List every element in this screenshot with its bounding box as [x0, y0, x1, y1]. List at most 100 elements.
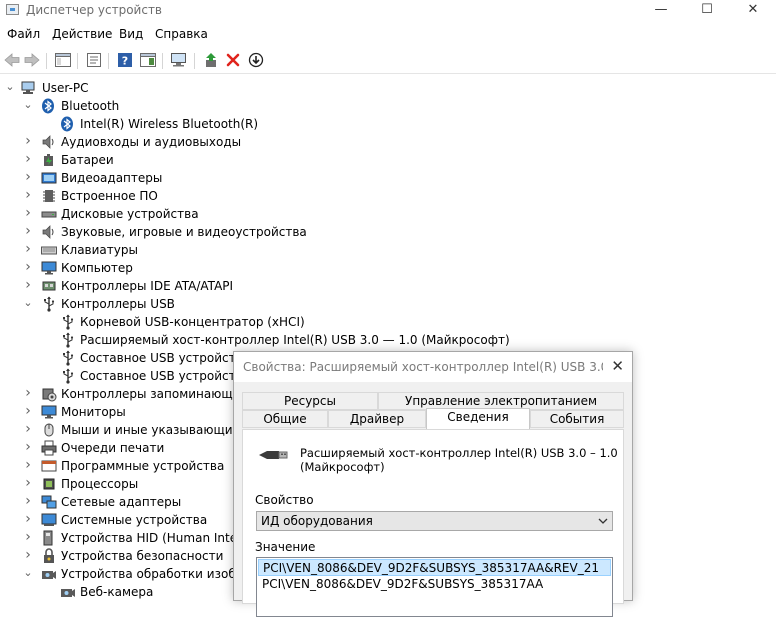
tree-item-label: Звуковые, игровые и видеоустройства [61, 225, 307, 239]
chevron-right-icon[interactable]: › [23, 260, 33, 274]
usb-icon [60, 368, 76, 384]
tree-item-label: Устройства безопасности [61, 549, 224, 563]
tree-category-item[interactable]: › Компьютер [0, 259, 776, 277]
system-icon [41, 512, 57, 528]
usb-icon [60, 332, 76, 348]
chevron-right-icon[interactable]: › [23, 278, 33, 292]
tree-category-item[interactable]: › Клавиатуры [0, 241, 776, 259]
tree-item-label: Составное USB устройство [80, 351, 251, 365]
tab-events[interactable]: События [530, 410, 624, 428]
chevron-down-icon[interactable]: ⌄ [23, 296, 33, 310]
tree-item-label: Программные устройства [61, 459, 225, 473]
property-select[interactable]: ИД оборудования [256, 511, 613, 531]
chevron-right-icon[interactable]: › [23, 512, 33, 526]
usb-device-icon [257, 445, 289, 468]
chevron-right-icon[interactable]: › [23, 530, 33, 544]
menu-view[interactable]: Вид [119, 27, 143, 41]
tree-category-item[interactable]: › Видеоадаптеры [0, 169, 776, 187]
chevron-down-icon[interactable]: ⌄ [23, 566, 33, 580]
properties-icon[interactable] [85, 51, 103, 69]
chevron-right-icon[interactable]: › [23, 548, 33, 562]
tree-item-label: Мониторы [61, 405, 126, 419]
chevron-right-icon[interactable]: › [23, 458, 33, 472]
maximize-button[interactable]: ☐ [684, 0, 730, 22]
tab-general[interactable]: Общие [242, 410, 328, 428]
tree-item-label: Составное USB устройство [80, 369, 251, 383]
tree-item-label: Видеоадаптеры [61, 171, 163, 185]
dialog-title-bar: Свойства: Расширяемый хост-контроллер In… [234, 352, 632, 382]
chevron-down-icon [598, 515, 608, 529]
tree-item-label: Сетевые адаптеры [61, 495, 182, 509]
chevron-right-icon[interactable]: › [23, 134, 33, 148]
tree-item-label: Компьютер [61, 261, 133, 275]
tree-device-item[interactable]: Intel(R) Wireless Bluetooth(R) [0, 115, 776, 133]
computer-icon [21, 80, 37, 96]
monitor-icon [41, 404, 57, 420]
tree-category-item[interactable]: ⌄ Bluetooth [0, 97, 776, 115]
list-item[interactable]: PCI\VEN_8086&DEV_9D2F&SUBSYS_385317AA&RE… [258, 559, 611, 576]
tree-device-item[interactable]: Корневой USB-концентратор (xHCI) [0, 313, 776, 331]
chevron-right-icon[interactable]: › [23, 152, 33, 166]
chevron-right-icon[interactable]: › [23, 242, 33, 256]
tree-item-label: Intel(R) Wireless Bluetooth(R) [80, 117, 259, 131]
uninstall-icon[interactable] [224, 51, 242, 69]
chevron-down-icon[interactable]: ⌄ [5, 80, 15, 94]
speaker-icon [41, 224, 57, 240]
chevron-right-icon[interactable]: › [23, 440, 33, 454]
tab-resources[interactable]: Ресурсы [242, 392, 378, 410]
tree-category-item[interactable]: › Дисковые устройства [0, 205, 776, 223]
display-adapter-icon [41, 170, 57, 186]
chevron-right-icon[interactable]: › [23, 476, 33, 490]
usb-icon [60, 350, 76, 366]
chevron-down-icon[interactable]: ⌄ [23, 98, 33, 112]
chevron-right-icon[interactable]: › [23, 170, 33, 184]
tree-root[interactable]: ⌄ User-PC [0, 79, 776, 97]
speaker-icon [41, 134, 57, 150]
chevron-right-icon[interactable]: › [23, 404, 33, 418]
chevron-right-icon[interactable]: › [23, 188, 33, 202]
tree-category-item[interactable]: ⌄ Контроллеры USB [0, 295, 776, 313]
chevron-right-icon[interactable]: › [23, 422, 33, 436]
close-button[interactable]: ✕ [730, 0, 776, 22]
tree-category-item[interactable]: › Звуковые, игровые и видеоустройства [0, 223, 776, 241]
tree-category-item[interactable]: › Встроенное ПО [0, 187, 776, 205]
properties-dialog: Свойства: Расширяемый хост-контроллер In… [233, 351, 633, 617]
tree-device-item[interactable]: Расширяемый хост-контроллер Intel(R) USB… [0, 331, 776, 349]
dialog-close-button[interactable]: ✕ [611, 357, 624, 375]
details-panel: Расширяемый хост-контроллер Intel(R) USB… [242, 429, 624, 617]
camera-icon [41, 566, 57, 582]
disable-icon[interactable] [247, 51, 265, 69]
bluetooth-icon [41, 98, 57, 114]
dialog-title: Свойства: Расширяемый хост-контроллер In… [243, 360, 603, 374]
chevron-right-icon[interactable]: › [23, 224, 33, 238]
action-pane-icon[interactable] [139, 51, 157, 69]
menu-action[interactable]: Действие [52, 27, 112, 41]
svg-text:?: ? [122, 55, 128, 68]
list-item[interactable]: PCI\VEN_8086&DEV_9D2F&SUBSYS_385317AA [258, 576, 611, 593]
controller-icon [41, 278, 57, 294]
value-list[interactable]: PCI\VEN_8086&DEV_9D2F&SUBSYS_385317AA&RE… [256, 557, 613, 617]
show-hide-tree-icon[interactable] [54, 51, 72, 69]
back-icon[interactable] [3, 51, 21, 69]
tree-item-label: Аудиовходы и аудиовыходы [61, 135, 242, 149]
toolbar-separator [46, 53, 47, 69]
tab-details[interactable]: Сведения [426, 408, 530, 429]
toolbar: ? [0, 48, 776, 74]
tree-category-item[interactable]: › Контроллеры IDE ATA/ATAPI [0, 277, 776, 295]
tree-category-item[interactable]: › Аудиовходы и аудиовыходы [0, 133, 776, 151]
chevron-right-icon[interactable]: › [23, 206, 33, 220]
chevron-right-icon[interactable]: › [23, 386, 33, 400]
tree-category-item[interactable]: › Батареи [0, 151, 776, 169]
usb-icon [41, 296, 57, 312]
forward-icon[interactable] [23, 51, 41, 69]
scan-hardware-icon[interactable] [170, 51, 188, 69]
menu-help[interactable]: Справка [155, 27, 208, 41]
menu-file[interactable]: Файл [7, 27, 40, 41]
cpu-icon [41, 476, 57, 492]
property-select-value: ИД оборудования [261, 514, 373, 528]
tab-driver[interactable]: Драйвер [328, 410, 426, 428]
help-icon[interactable]: ? [116, 51, 134, 69]
minimize-button[interactable]: — [638, 0, 684, 22]
chevron-right-icon[interactable]: › [23, 494, 33, 508]
update-driver-icon[interactable] [202, 51, 220, 69]
